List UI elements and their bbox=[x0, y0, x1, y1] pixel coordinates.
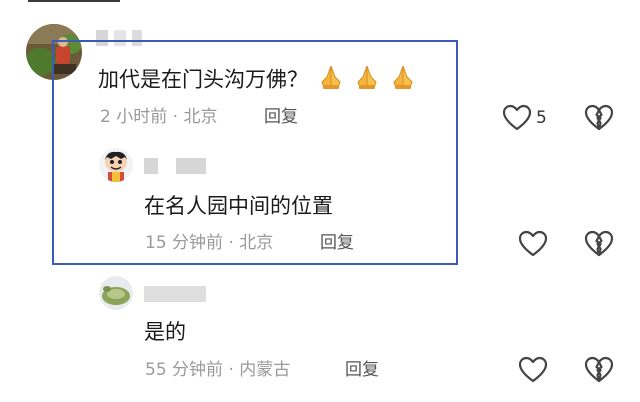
heart-outline-icon[interactable] bbox=[502, 103, 532, 133]
top-divider bbox=[28, 0, 120, 2]
comment-time: 15 分钟前 bbox=[145, 233, 224, 253]
broken-heart-icon[interactable] bbox=[584, 103, 614, 133]
broken-heart-icon[interactable] bbox=[584, 229, 614, 259]
avatar[interactable] bbox=[99, 148, 133, 182]
like-count: 5 bbox=[536, 108, 547, 128]
heart-outline-icon[interactable] bbox=[518, 355, 548, 385]
comment-time: 2 小时前 bbox=[100, 107, 168, 127]
comment-location: 北京 bbox=[183, 107, 218, 127]
comment-time: 55 分钟前 bbox=[145, 360, 224, 380]
folded-hands-emoji-icon bbox=[318, 64, 344, 97]
comment-meta: 55 分钟前 · 内蒙古 bbox=[145, 359, 290, 381]
comment-meta: 2 小时前 · 北京 bbox=[100, 106, 217, 128]
folded-hands-emoji-icon bbox=[390, 64, 416, 97]
meta-separator: · bbox=[228, 360, 234, 380]
comment-text: 加代是在门头沟万佛？ bbox=[98, 64, 416, 97]
broken-heart-icon[interactable] bbox=[584, 355, 614, 385]
meta-separator: · bbox=[228, 233, 234, 253]
comment-text: 在名人园中间的位置 bbox=[144, 194, 333, 218]
comment-location: 北京 bbox=[239, 233, 274, 253]
comment-location: 内蒙古 bbox=[239, 360, 291, 380]
avatar[interactable] bbox=[26, 24, 82, 80]
heart-outline-icon[interactable] bbox=[518, 229, 548, 259]
comment-text: 是的 bbox=[144, 320, 186, 344]
folded-hands-emoji-icon bbox=[354, 64, 380, 97]
avatar[interactable] bbox=[99, 276, 133, 310]
reply-button[interactable]: 回复 bbox=[345, 359, 379, 381]
reply-button[interactable]: 回复 bbox=[320, 232, 354, 254]
username-masked[interactable] bbox=[144, 286, 208, 304]
comment-meta: 15 分钟前 · 北京 bbox=[145, 232, 273, 254]
reply-button[interactable]: 回复 bbox=[264, 106, 298, 128]
comment-text-content: 加代是在门头沟万佛？ bbox=[98, 67, 308, 92]
username-masked[interactable] bbox=[144, 158, 208, 176]
username-masked[interactable] bbox=[96, 30, 156, 48]
meta-separator: · bbox=[172, 107, 179, 127]
